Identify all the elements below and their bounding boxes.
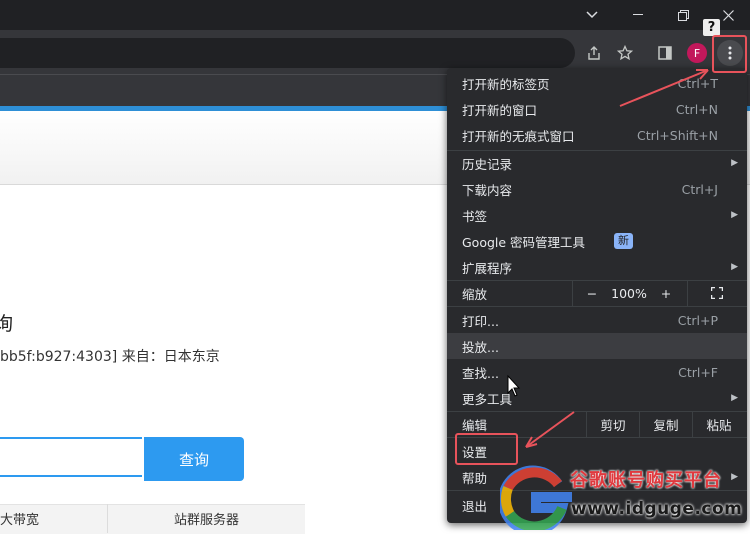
- arrow-to-menu-button-icon: [619, 69, 709, 107]
- watermark-url: www.idguge.com: [571, 499, 743, 519]
- annotation-arrows: [507, 69, 709, 448]
- watermark-title: 谷歌账号购买平台: [570, 470, 722, 491]
- arrow-to-settings-icon: [525, 411, 575, 448]
- mouse-cursor-icon: [507, 374, 521, 397]
